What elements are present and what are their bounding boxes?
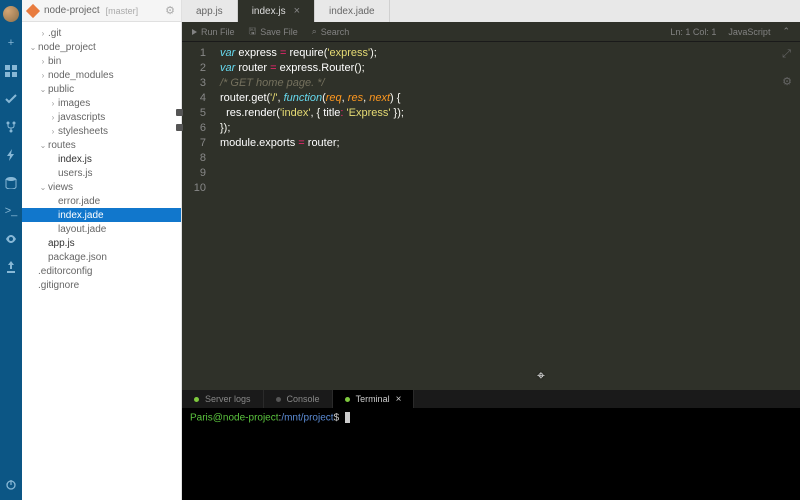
terminal-icon[interactable]: >_ (4, 204, 18, 218)
tree-item[interactable]: ›stylesheets (22, 124, 181, 138)
terminal-cursor (345, 412, 350, 423)
project-icon (26, 3, 40, 17)
editor-tabs: app.jsindex.js×index.jade (182, 0, 800, 22)
code-area[interactable]: var express = require('express');var rou… (212, 42, 800, 390)
save-icon: 🖫 (249, 24, 257, 40)
power-icon[interactable] (4, 478, 18, 492)
cursor-position: Ln: 1 Col: 1 (670, 27, 716, 37)
close-icon[interactable]: × (294, 5, 300, 17)
tree-item[interactable]: ›images (22, 96, 181, 110)
project-name: node-project (44, 5, 100, 16)
tree-item[interactable]: ›node_modules (22, 68, 181, 82)
panel-tab[interactable]: Terminal× (333, 390, 415, 408)
file-tree: ›.git⌄node_project›bin›node_modules⌄publ… (22, 22, 181, 500)
editor-toolbar: Run File 🖫Save File ⌕Search Ln: 1 Col: 1… (182, 22, 800, 42)
close-icon[interactable]: × (396, 394, 402, 405)
tree-item[interactable]: ›bin (22, 54, 181, 68)
file-explorer: node-project [master] ⚙ ›.git⌄node_proje… (22, 0, 182, 500)
search-button[interactable]: ⌕Search (312, 26, 350, 37)
search-icon: ⌕ (312, 26, 317, 37)
play-icon (192, 29, 197, 35)
language-mode[interactable]: JavaScript (728, 27, 770, 37)
db-icon[interactable] (4, 176, 18, 190)
tree-item[interactable]: ›.git (22, 26, 181, 40)
tree-item[interactable]: .gitignore (22, 278, 181, 292)
tree-item[interactable]: package.json (22, 250, 181, 264)
tree-item[interactable]: ⌄node_project (22, 40, 181, 54)
gutter: 12345678910 (182, 42, 212, 390)
fork-icon[interactable] (4, 120, 18, 134)
panel-tab[interactable]: Server logs (182, 390, 264, 408)
tree-item[interactable]: index.jade (22, 208, 181, 222)
tree-item[interactable]: .editorconfig (22, 264, 181, 278)
run-button[interactable]: Run File (192, 27, 235, 37)
editor[interactable]: 12345678910 var express = require('expre… (182, 42, 800, 390)
save-button[interactable]: 🖫Save File (249, 24, 298, 40)
branch-name: [master] (106, 6, 139, 16)
tab[interactable]: index.jade (315, 0, 390, 22)
sidebar-header: node-project [master] ⚙ (22, 0, 181, 22)
deploy-icon[interactable] (4, 260, 18, 274)
tab[interactable]: index.js× (238, 0, 315, 22)
bolt-icon[interactable] (4, 148, 18, 162)
tab[interactable]: app.js (182, 0, 238, 22)
grid-icon[interactable] (4, 64, 18, 78)
tree-item[interactable]: ›javascripts (22, 110, 181, 124)
terminal-output[interactable]: Paris@node-project:/mnt/project$ (182, 408, 800, 500)
settings-icon[interactable]: ⚙ (782, 75, 792, 88)
terminal-host: Paris@node-project (190, 413, 279, 424)
tree-item[interactable]: ⌄routes (22, 138, 181, 152)
eye-icon[interactable] (4, 232, 18, 246)
tree-item[interactable]: index.js (22, 152, 181, 166)
avatar[interactable] (3, 6, 19, 22)
activity-bar: + >_ (0, 0, 22, 500)
gear-icon[interactable]: ⚙ (165, 4, 175, 17)
tree-item[interactable]: users.js (22, 166, 181, 180)
tree-item[interactable]: error.jade (22, 194, 181, 208)
panel-tabs: Server logsConsoleTerminal× (182, 390, 800, 408)
tree-item[interactable]: ⌄public (22, 82, 181, 96)
expand-icon[interactable]: ⤢ (782, 48, 792, 61)
chevron-up-icon[interactable]: ⌃ (782, 26, 790, 37)
tree-item[interactable]: app.js (22, 236, 181, 250)
panel-tab[interactable]: Console (264, 390, 333, 408)
tree-item[interactable]: layout.jade (22, 222, 181, 236)
bottom-panel: Server logsConsoleTerminal× Paris@node-p… (182, 390, 800, 500)
plus-icon[interactable]: + (4, 36, 18, 50)
check-icon[interactable] (4, 92, 18, 106)
tree-item[interactable]: ⌄views (22, 180, 181, 194)
terminal-path: /mnt/project (281, 413, 333, 424)
